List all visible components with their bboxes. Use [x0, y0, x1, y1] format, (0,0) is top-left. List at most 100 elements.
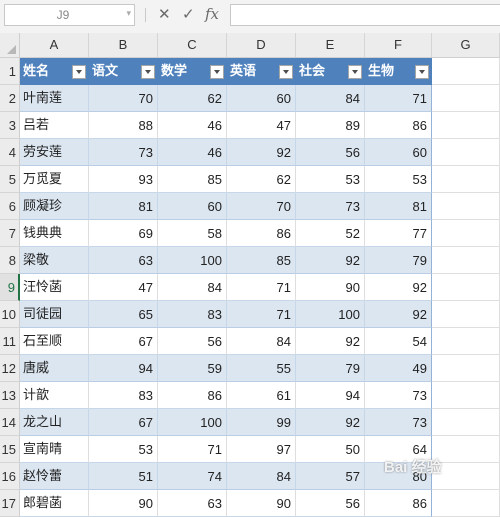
table-header-cell[interactable]: 英语: [227, 58, 296, 85]
row-header-14[interactable]: 14: [0, 409, 20, 436]
column-header-a[interactable]: A: [20, 33, 89, 58]
score-cell[interactable]: 64: [365, 436, 432, 463]
empty-cell[interactable]: [432, 58, 500, 85]
score-cell[interactable]: 65: [89, 301, 158, 328]
score-cell[interactable]: 99: [227, 409, 296, 436]
row-header-15[interactable]: 15: [0, 436, 20, 463]
score-cell[interactable]: 85: [158, 166, 227, 193]
score-cell[interactable]: 69: [89, 220, 158, 247]
empty-cell[interactable]: [432, 328, 500, 355]
empty-cell[interactable]: [432, 193, 500, 220]
score-cell[interactable]: 73: [89, 139, 158, 166]
score-cell[interactable]: 54: [365, 328, 432, 355]
score-cell[interactable]: 84: [227, 328, 296, 355]
row-header-13[interactable]: 13: [0, 382, 20, 409]
row-header-2[interactable]: 2: [0, 85, 20, 112]
column-header-c[interactable]: C: [158, 33, 227, 58]
score-cell[interactable]: 53: [296, 166, 365, 193]
score-cell[interactable]: 84: [296, 85, 365, 112]
column-header-e[interactable]: E: [296, 33, 365, 58]
score-cell[interactable]: 89: [296, 112, 365, 139]
name-cell[interactable]: 劳安莲: [20, 139, 89, 166]
empty-cell[interactable]: [432, 409, 500, 436]
row-header-5[interactable]: 5: [0, 166, 20, 193]
table-header-cell[interactable]: 数学: [158, 58, 227, 85]
score-cell[interactable]: 80: [365, 463, 432, 490]
score-cell[interactable]: 73: [365, 409, 432, 436]
row-header-8[interactable]: 8: [0, 247, 20, 274]
name-box[interactable]: J9 ▾: [4, 4, 135, 26]
row-header-9[interactable]: 9: [0, 274, 20, 301]
score-cell[interactable]: 86: [365, 112, 432, 139]
score-cell[interactable]: 93: [89, 166, 158, 193]
name-cell[interactable]: 唐威: [20, 355, 89, 382]
score-cell[interactable]: 71: [158, 436, 227, 463]
row-header-12[interactable]: 12: [0, 355, 20, 382]
column-header-b[interactable]: B: [89, 33, 158, 58]
score-cell[interactable]: 46: [158, 139, 227, 166]
close-icon[interactable]: ✕: [158, 5, 171, 23]
filter-dropdown-icon[interactable]: [279, 65, 293, 79]
empty-cell[interactable]: [432, 220, 500, 247]
score-cell[interactable]: 92: [296, 409, 365, 436]
empty-cell[interactable]: [432, 139, 500, 166]
score-cell[interactable]: 62: [158, 85, 227, 112]
score-cell[interactable]: 46: [158, 112, 227, 139]
table-header-cell[interactable]: 姓名: [20, 58, 89, 85]
name-cell[interactable]: 石至顺: [20, 328, 89, 355]
column-header-f[interactable]: F: [365, 33, 432, 58]
score-cell[interactable]: 86: [158, 382, 227, 409]
score-cell[interactable]: 83: [89, 382, 158, 409]
table-header-cell[interactable]: 生物: [365, 58, 432, 85]
score-cell[interactable]: 97: [227, 436, 296, 463]
name-cell[interactable]: 宣南晴: [20, 436, 89, 463]
empty-cell[interactable]: [432, 166, 500, 193]
row-header-7[interactable]: 7: [0, 220, 20, 247]
score-cell[interactable]: 59: [158, 355, 227, 382]
score-cell[interactable]: 70: [227, 193, 296, 220]
score-cell[interactable]: 71: [227, 301, 296, 328]
name-cell[interactable]: 梁敬: [20, 247, 89, 274]
filter-dropdown-icon[interactable]: [141, 65, 155, 79]
score-cell[interactable]: 49: [365, 355, 432, 382]
select-all-corner[interactable]: [0, 33, 20, 58]
score-cell[interactable]: 92: [365, 301, 432, 328]
score-cell[interactable]: 52: [296, 220, 365, 247]
score-cell[interactable]: 79: [296, 355, 365, 382]
score-cell[interactable]: 56: [158, 328, 227, 355]
score-cell[interactable]: 83: [158, 301, 227, 328]
score-cell[interactable]: 79: [365, 247, 432, 274]
check-icon[interactable]: ✓: [182, 5, 195, 23]
empty-cell[interactable]: [432, 112, 500, 139]
row-header-3[interactable]: 3: [0, 112, 20, 139]
score-cell[interactable]: 81: [365, 193, 432, 220]
table-header-cell[interactable]: 语文: [89, 58, 158, 85]
score-cell[interactable]: 60: [158, 193, 227, 220]
score-cell[interactable]: 53: [89, 436, 158, 463]
empty-cell[interactable]: [432, 355, 500, 382]
score-cell[interactable]: 100: [158, 409, 227, 436]
score-cell[interactable]: 86: [227, 220, 296, 247]
score-cell[interactable]: 92: [365, 274, 432, 301]
empty-cell[interactable]: [432, 382, 500, 409]
score-cell[interactable]: 74: [158, 463, 227, 490]
score-cell[interactable]: 55: [227, 355, 296, 382]
score-cell[interactable]: 67: [89, 328, 158, 355]
name-cell[interactable]: 计歆: [20, 382, 89, 409]
score-cell[interactable]: 77: [365, 220, 432, 247]
chevron-down-icon[interactable]: ▾: [126, 9, 131, 19]
score-cell[interactable]: 73: [365, 382, 432, 409]
name-cell[interactable]: 顾凝珍: [20, 193, 89, 220]
score-cell[interactable]: 84: [158, 274, 227, 301]
score-cell[interactable]: 85: [227, 247, 296, 274]
name-cell[interactable]: 汪怜菡: [20, 274, 89, 301]
score-cell[interactable]: 67: [89, 409, 158, 436]
name-cell[interactable]: 叶南莲: [20, 85, 89, 112]
filter-dropdown-icon[interactable]: [415, 65, 429, 79]
filter-dropdown-icon[interactable]: [348, 65, 362, 79]
row-header-11[interactable]: 11: [0, 328, 20, 355]
score-cell[interactable]: 61: [227, 382, 296, 409]
score-cell[interactable]: 81: [89, 193, 158, 220]
score-cell[interactable]: 63: [89, 247, 158, 274]
score-cell[interactable]: 92: [296, 247, 365, 274]
